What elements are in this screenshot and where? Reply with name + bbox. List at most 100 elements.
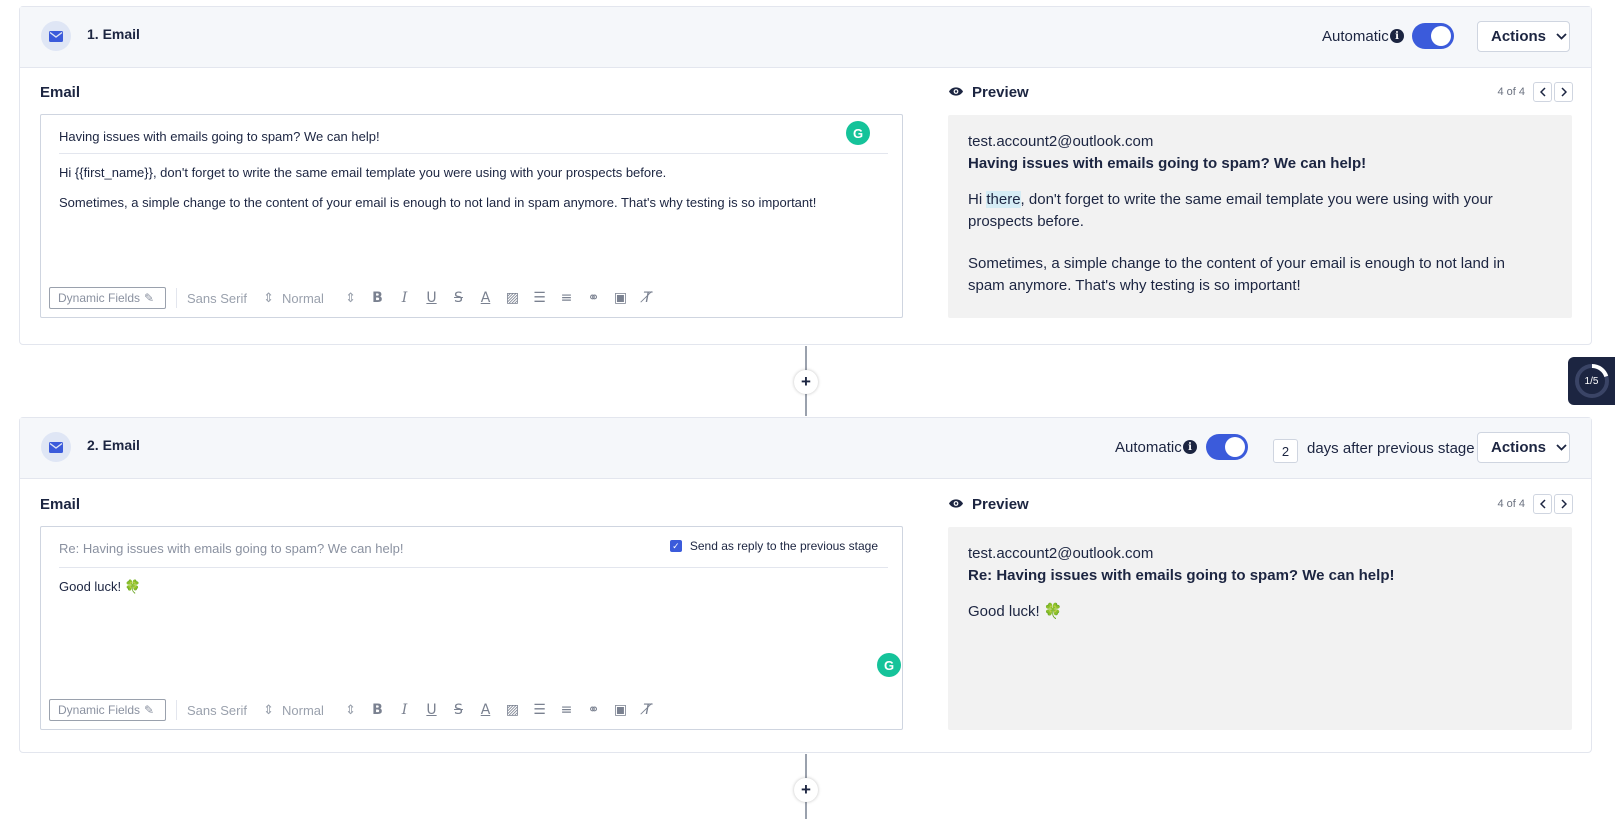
eye-icon <box>948 84 964 101</box>
eye-icon <box>948 496 964 513</box>
body-line[interactable]: Hi {{first_name}}, don't forget to write… <box>59 165 666 180</box>
font-select[interactable]: Sans Serif ⇕ <box>187 702 282 718</box>
magic-wand-icon: ✎ <box>144 703 155 717</box>
body-line[interactable]: Sometimes, a simple change to the conten… <box>59 195 816 210</box>
info-icon[interactable]: i <box>1183 440 1197 454</box>
dynamic-fields-label: Dynamic Fields <box>58 703 141 717</box>
body-line[interactable]: Good luck! 🍀 <box>59 579 141 595</box>
progress-widget[interactable]: 1/5 <box>1568 357 1615 405</box>
prev-button[interactable] <box>1533 494 1552 514</box>
progress-ring: 1/5 <box>1574 363 1610 399</box>
editor-toolbar: Dynamic Fields ✎ Sans Serif ⇕ Normal ⇕ B I… <box>49 697 894 723</box>
chevron-left-icon <box>1539 87 1546 97</box>
chevron-down-icon <box>1556 444 1567 451</box>
font-select[interactable]: Sans Serif ⇕ <box>187 290 282 306</box>
preview-from: test.account2@outlook.com <box>968 133 1154 150</box>
strikethrough-icon[interactable]: S <box>445 290 472 306</box>
select-arrows-icon: ⇕ <box>345 290 356 305</box>
preview-subject: Having issues with emails going to spam?… <box>968 155 1367 172</box>
ordered-list-icon[interactable]: ☰ <box>526 702 553 718</box>
ordered-list-icon[interactable]: ☰ <box>526 290 553 306</box>
next-button[interactable] <box>1554 494 1573 514</box>
select-arrows-icon: ⇕ <box>263 290 274 305</box>
subject-input[interactable]: Re: Having issues with emails going to s… <box>59 541 403 556</box>
image-icon[interactable]: ▣ <box>607 290 634 306</box>
dynamic-fields-button[interactable]: Dynamic Fields ✎ <box>49 699 166 721</box>
stage-title: 2. Email <box>87 437 140 453</box>
font-select-value: Sans Serif <box>187 290 247 306</box>
grammarly-icon[interactable]: G <box>877 653 901 677</box>
font-select-value: Sans Serif <box>187 702 247 718</box>
dynamic-fields-button[interactable]: Dynamic Fields ✎ <box>49 287 166 309</box>
grammarly-icon[interactable]: G <box>846 121 870 145</box>
preview-from: test.account2@outlook.com <box>968 545 1154 562</box>
preview-paragraph: Hi there, don't forget to write the same… <box>968 189 1538 233</box>
prev-button[interactable] <box>1533 82 1552 102</box>
chevron-right-icon <box>1560 499 1567 509</box>
subject-divider <box>59 567 888 568</box>
preview-paragraph: Sometimes, a simple change to the conten… <box>968 255 1505 294</box>
size-select-value: Normal <box>282 290 324 306</box>
preview-label: Preview <box>972 84 1029 101</box>
automatic-label: Automatic <box>1322 28 1389 45</box>
automatic-toggle[interactable] <box>1412 23 1454 49</box>
stage-1-card: 1. Email Automatic i Actions Email Havin… <box>19 6 1592 345</box>
send-as-reply-label: Send as reply to the previous stage <box>689 539 878 553</box>
underline-icon[interactable]: U <box>418 290 445 306</box>
days-delay-input[interactable]: 2 <box>1273 439 1298 463</box>
envelope-icon <box>41 21 71 51</box>
bold-icon[interactable]: B <box>364 702 391 718</box>
dynamic-fields-label: Dynamic Fields <box>58 291 141 305</box>
clear-format-icon[interactable]: T̸ <box>634 290 661 306</box>
email-section-label: Email <box>40 496 81 513</box>
pager-text: 4 of 4 <box>1497 86 1525 98</box>
subject-input[interactable]: Having issues with emails going to spam?… <box>59 129 380 144</box>
toggle-knob <box>1431 26 1451 46</box>
stage-2-header: 2. Email Automatic i 2 days after previo… <box>20 418 1591 479</box>
actions-button[interactable]: Actions <box>1477 432 1570 463</box>
highlight-icon[interactable]: ▨ <box>499 290 526 306</box>
text-color-icon[interactable]: A <box>472 702 499 718</box>
toolbar-divider <box>176 288 177 308</box>
email-editor[interactable]: Having issues with emails going to spam?… <box>40 114 903 318</box>
automatic-label: Automatic <box>1115 439 1182 456</box>
info-icon[interactable]: i <box>1390 29 1404 43</box>
italic-icon[interactable]: I <box>391 702 418 718</box>
select-arrows-icon: ⇕ <box>345 702 356 717</box>
actions-label: Actions <box>1491 28 1547 45</box>
add-stage-button[interactable]: + <box>794 370 818 394</box>
preview-subject: Re: Having issues with emails going to s… <box>968 567 1395 584</box>
underline-icon[interactable]: U <box>418 702 445 718</box>
preview-pager: 4 of 4 <box>1497 494 1573 514</box>
link-icon[interactable]: ⚭ <box>580 702 607 718</box>
days-label: days after previous stage <box>1307 440 1475 457</box>
preview-text: Hi <box>968 191 987 208</box>
image-icon[interactable]: ▣ <box>607 702 634 718</box>
text-color-icon[interactable]: A <box>472 290 499 306</box>
stage-title: 1. Email <box>87 26 140 42</box>
strikethrough-icon[interactable]: S <box>445 702 472 718</box>
preview-header: Preview <box>948 496 1029 513</box>
size-select[interactable]: Normal ⇕ <box>282 290 364 306</box>
clear-format-icon[interactable]: T̸ <box>634 702 661 718</box>
stage-2-card: 2. Email Automatic i 2 days after previo… <box>19 417 1592 753</box>
toolbar-divider <box>176 700 177 720</box>
size-select-value: Normal <box>282 702 324 718</box>
actions-button[interactable]: Actions <box>1477 21 1570 52</box>
automatic-toggle[interactable] <box>1206 434 1248 460</box>
next-button[interactable] <box>1554 82 1573 102</box>
link-icon[interactable]: ⚭ <box>580 290 607 306</box>
bullet-list-icon[interactable]: ≡ <box>553 702 580 718</box>
email-editor[interactable]: Re: Having issues with emails going to s… <box>40 526 903 730</box>
checkbox-checked-icon: ✓ <box>669 540 682 552</box>
bullet-list-icon[interactable]: ≡ <box>553 290 580 306</box>
add-stage-button[interactable]: + <box>794 778 818 802</box>
preview-paragraph: Good luck! 🍀 <box>968 603 1063 620</box>
italic-icon[interactable]: I <box>391 290 418 306</box>
send-as-reply-checkbox[interactable]: ✓ Send as reply to the previous stage <box>669 539 878 553</box>
size-select[interactable]: Normal ⇕ <box>282 702 364 718</box>
preview-text: , don't forget to write the same email t… <box>968 191 1493 230</box>
highlight-icon[interactable]: ▨ <box>499 702 526 718</box>
chevron-down-icon <box>1556 33 1567 40</box>
bold-icon[interactable]: B <box>364 290 391 306</box>
